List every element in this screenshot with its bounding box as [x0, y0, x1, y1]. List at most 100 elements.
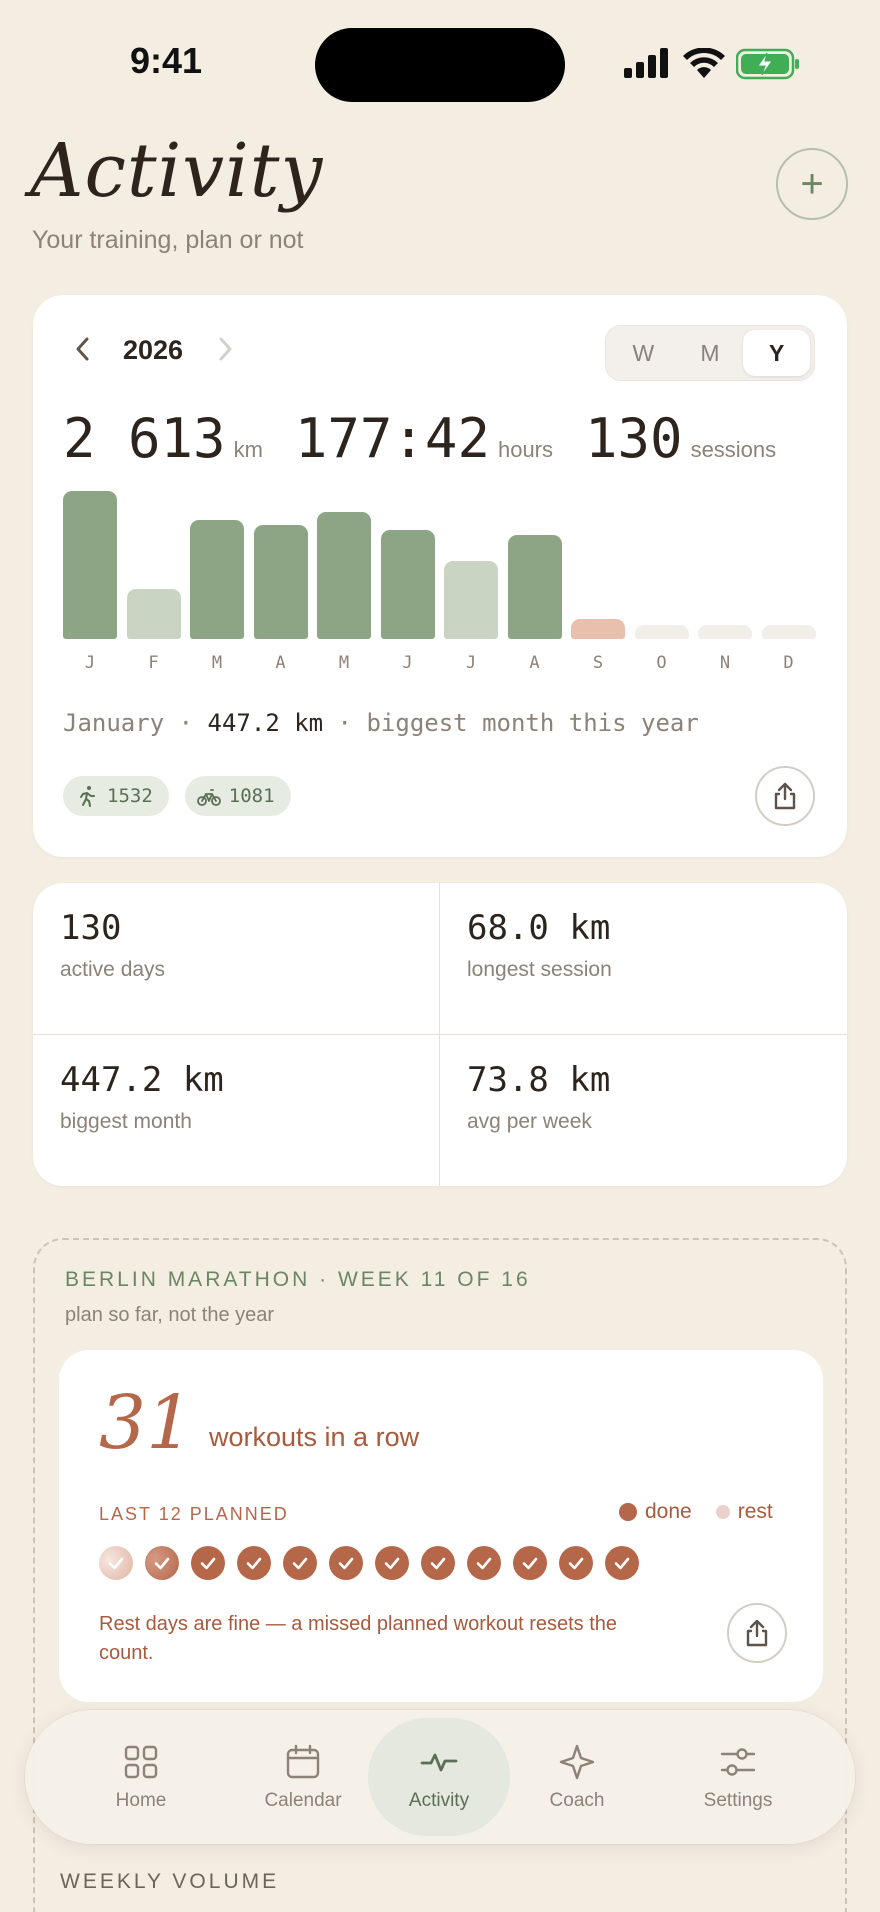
last-planned-label: LAST 12 PLANNED: [99, 1504, 289, 1524]
stat-active-days: 130 active days: [33, 883, 440, 1034]
rest-dot-icon: [715, 1505, 730, 1519]
add-activity-button[interactable]: +: [776, 148, 848, 220]
monthly-distance-chart: JFMAMJJASOND: [63, 491, 823, 685]
stat-label: longest session: [467, 958, 612, 981]
chart-month-label: M: [211, 653, 223, 673]
total-distance-unit: km: [233, 437, 263, 462]
status-time: 9:41: [130, 40, 203, 81]
running-count: 1532: [107, 785, 153, 807]
workout-check-icon: [99, 1546, 133, 1580]
chart-bar[interactable]: [63, 491, 117, 639]
share-year-button[interactable]: [755, 766, 815, 826]
legend-rest-label: rest: [737, 1500, 773, 1523]
cycling-chip[interactable]: 1081: [184, 776, 291, 816]
streak-note: Rest days are fine — a missed planned wo…: [99, 1613, 618, 1664]
chart-bar[interactable]: [126, 589, 181, 639]
segment-month[interactable]: M: [677, 330, 744, 376]
chart-month-label: N: [719, 653, 731, 673]
plus-icon: +: [800, 161, 824, 206]
chart-bar[interactable]: [761, 625, 816, 639]
chart-bar[interactable]: [444, 561, 498, 639]
tab-activity[interactable]: Activity: [364, 1710, 514, 1844]
chart-bar[interactable]: [507, 534, 562, 639]
wifi-icon: [683, 48, 725, 78]
chart-bar[interactable]: [698, 625, 752, 639]
chart-bar[interactable]: [380, 529, 435, 639]
highlight-value: 447.2 km: [207, 709, 324, 737]
battery-icon: [736, 48, 799, 80]
workout-check-icon: [191, 1546, 225, 1580]
sport-chips: 1532 1081: [63, 776, 291, 816]
workout-streak-dots: [99, 1546, 659, 1586]
stat-label: active days: [60, 958, 166, 981]
stat-label: biggest month: [60, 1110, 192, 1133]
total-sessions-unit: sessions: [690, 437, 777, 462]
chart-month-label: J: [402, 653, 413, 673]
chart-month-label: A: [529, 653, 540, 673]
tab-coach[interactable]: Coach: [502, 1710, 652, 1844]
chart-bar[interactable]: [634, 625, 689, 639]
workout-check-icon: [329, 1546, 363, 1580]
highlight-note: biggest month this year: [366, 709, 699, 737]
grid-icon: [124, 1745, 158, 1779]
chart-month-label: O: [656, 653, 667, 673]
stat-value: 73.8 km: [467, 1060, 611, 1100]
running-icon: [80, 786, 95, 807]
chart-month-label: S: [592, 653, 604, 673]
weekly-volume-label: WEEKLY VOLUME: [60, 1870, 280, 1893]
chart-month-label: M: [338, 653, 350, 673]
stat-longest-session: 68.0 km longest session: [440, 883, 847, 1034]
tab-settings[interactable]: Settings: [663, 1710, 813, 1844]
chart-bar[interactable]: [253, 524, 308, 639]
dynamic-island: [315, 28, 565, 102]
tab-bar: Home Calendar Activity Coach Settings: [25, 1710, 855, 1844]
sparkle-icon: [559, 1744, 595, 1780]
month-highlight: January · 447.2 km · biggest month this …: [63, 709, 699, 737]
cycling-count: 1081: [228, 785, 275, 807]
tab-calendar[interactable]: Calendar: [228, 1710, 378, 1844]
segment-week[interactable]: W: [610, 330, 677, 376]
workout-check-icon: [283, 1546, 317, 1580]
activity-icon: [420, 1753, 458, 1772]
share-streak-button[interactable]: [727, 1603, 787, 1663]
tab-home[interactable]: Home: [66, 1710, 216, 1844]
page-subtitle: Your training, plan or not: [32, 226, 304, 254]
year-label: 2026: [123, 335, 184, 365]
chevron-right-icon[interactable]: [213, 333, 237, 365]
workout-check-icon: [421, 1546, 455, 1580]
segment-year[interactable]: Y: [743, 330, 811, 376]
streak-label: workouts in a row: [209, 1422, 420, 1452]
sliders-icon: [720, 1748, 756, 1776]
chart-month-label: A: [275, 653, 286, 673]
plan-subtitle: plan so far, not the year: [65, 1304, 275, 1326]
workout-check-icon: [375, 1546, 409, 1580]
cycling-icon: [196, 789, 221, 806]
chart-month-label: J: [465, 653, 477, 673]
stat-value: 68.0 km: [467, 908, 611, 948]
legend-done-label: done: [645, 1500, 692, 1523]
period-segmented-control: W M Y: [605, 325, 815, 381]
chart-bar[interactable]: [190, 519, 244, 639]
done-dot-icon: [619, 1503, 637, 1521]
share-icon: [746, 1619, 768, 1647]
stat-biggest-month: 447.2 km biggest month: [33, 1035, 440, 1186]
streak-count: 31: [99, 1380, 194, 1466]
chart-month-label: J: [84, 653, 96, 673]
total-sessions-value: 130: [585, 407, 683, 470]
workout-check-icon: [513, 1546, 547, 1580]
stat-avg-per-week: 73.8 km avg per week: [440, 1035, 847, 1186]
plan-title: BERLIN MARATHON · WEEK 11 OF 16: [65, 1268, 531, 1291]
tab-label: Activity: [408, 1790, 470, 1811]
workout-check-icon: [559, 1546, 593, 1580]
year-summary-card: 2026 W M Y 2 613 km 177:42 hours 130 ses…: [33, 295, 847, 857]
streak-legend: done rest: [619, 1500, 773, 1524]
running-chip[interactable]: 1532: [63, 776, 169, 816]
tab-label: Home: [115, 1790, 167, 1811]
workout-check-icon: [237, 1546, 271, 1580]
chart-bar[interactable]: [571, 619, 625, 639]
total-time-unit: hours: [497, 437, 554, 462]
chart-bar[interactable]: [317, 511, 371, 639]
highlight-month: January: [63, 709, 165, 737]
workout-check-icon: [145, 1546, 179, 1580]
chevron-left-icon[interactable]: [71, 333, 95, 365]
